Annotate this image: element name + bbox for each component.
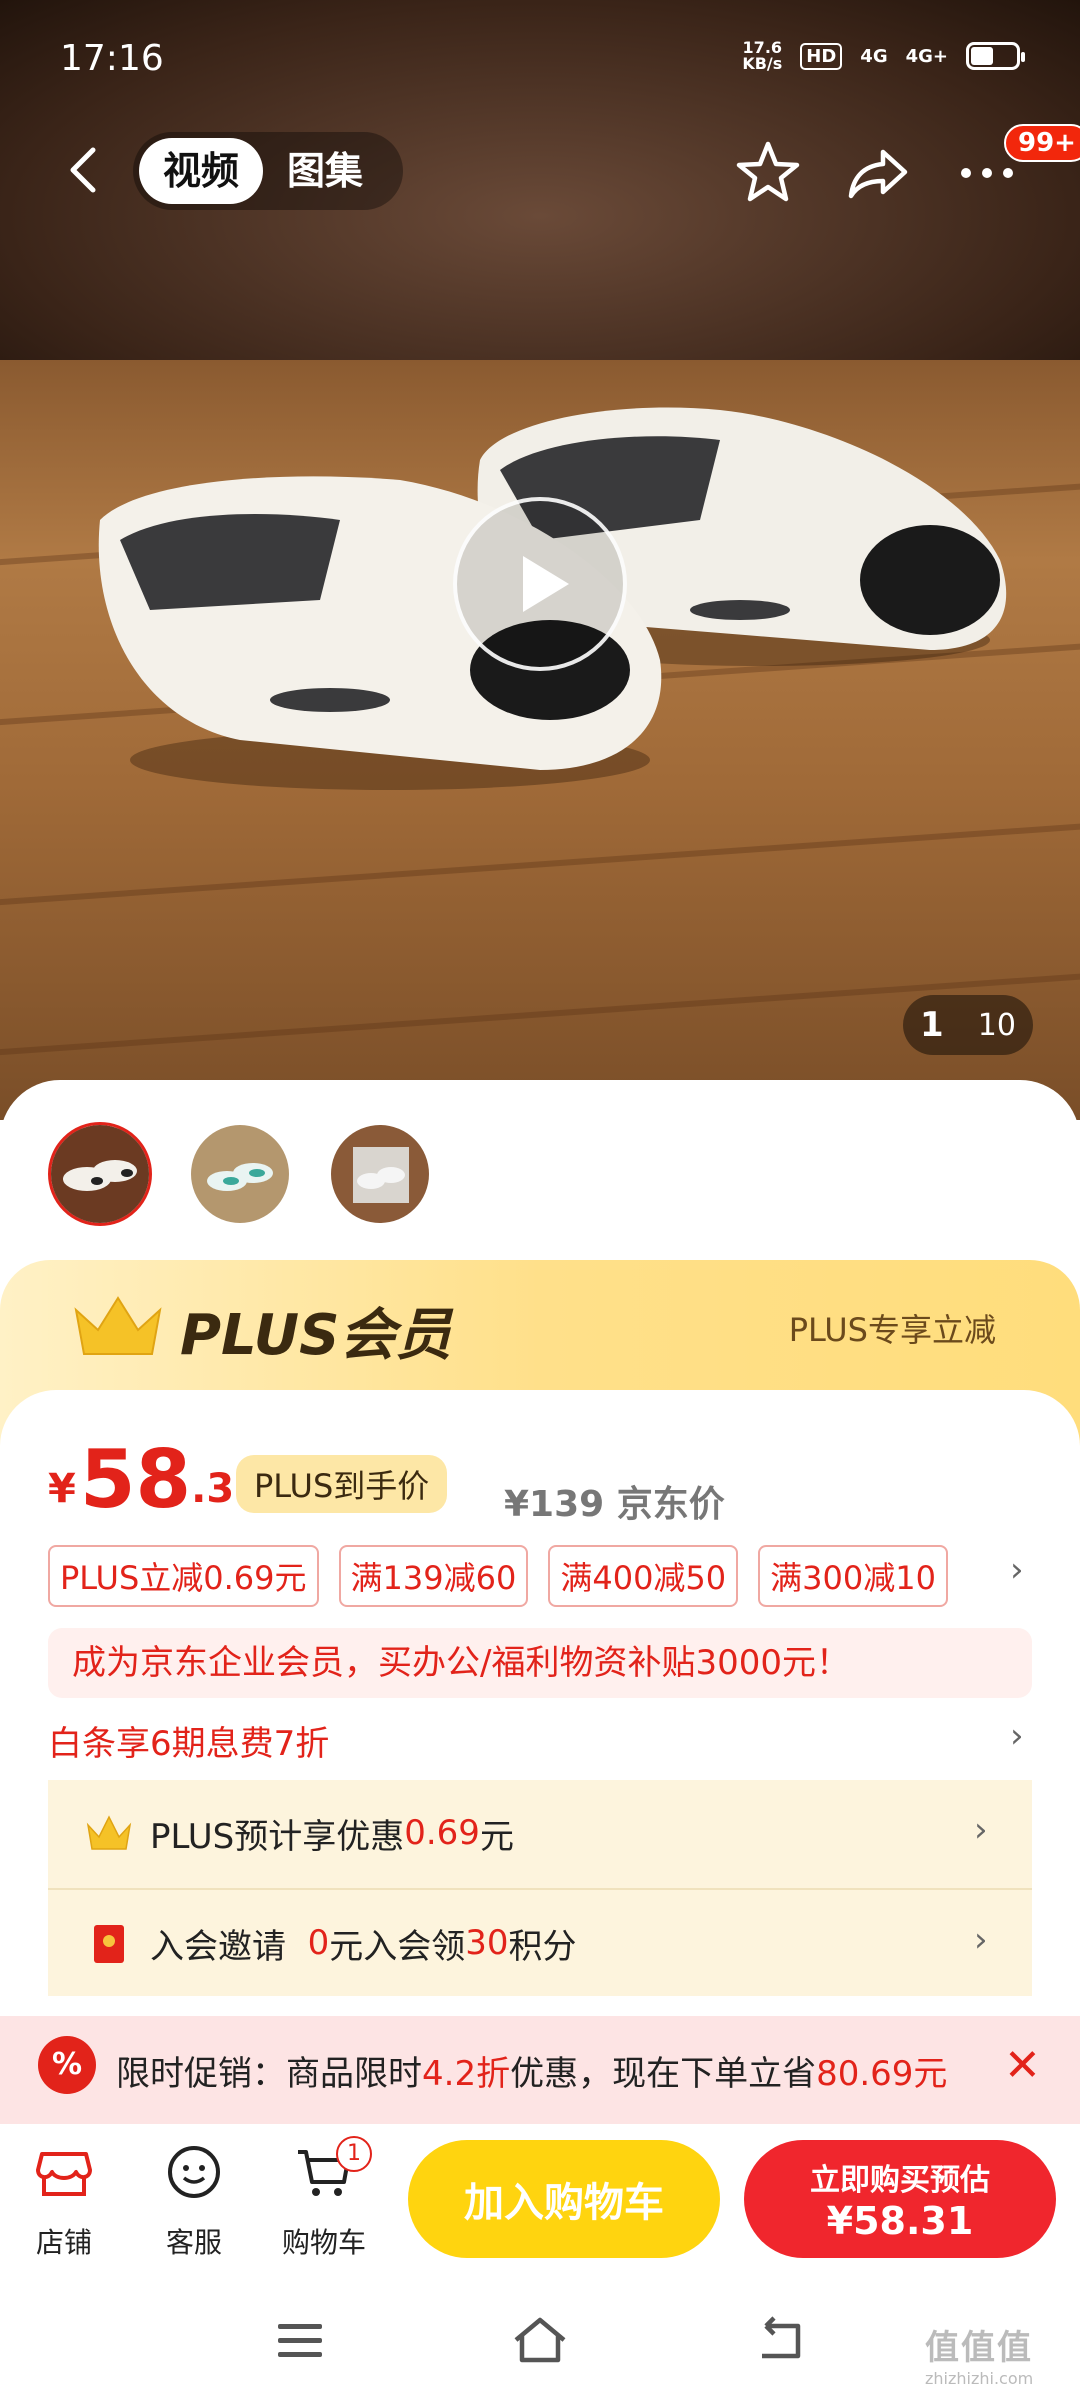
watermark-logo: 值值值 zhizhizhi.com [925, 2320, 1033, 2388]
invite-suffix: 积分 [508, 1926, 577, 1967]
promo-prefix: 限时促销：商品限时 [116, 2054, 422, 2094]
media-counter: 1 10 [903, 995, 1033, 1055]
share-button[interactable] [843, 138, 913, 208]
nav-store[interactable]: 店铺 [14, 2140, 114, 2261]
invite-zero: 0 [307, 1923, 330, 1963]
member-invite-row[interactable]: 入会邀请 0 元入会领 30 积分 › [48, 1890, 1032, 1996]
buy-now-button[interactable]: 立即购买预估 ¥58.31 [744, 2140, 1056, 2258]
plus-benefit-prefix: PLUS预计享优惠 [150, 1816, 405, 1857]
play-icon [523, 556, 569, 612]
tab-gallery[interactable]: 图集 [263, 138, 387, 204]
thumbnail-strip [48, 1122, 432, 1226]
plus-banner-title: PLUS会员 [180, 1303, 452, 1368]
status-bar: 17:16 17.6 KB/s HD 4G 4G+ [0, 0, 1080, 120]
signal-4g-plus-icon: 4G+ [905, 45, 948, 67]
star-icon [736, 141, 800, 202]
tab-video[interactable]: 视频 [139, 138, 264, 204]
plus-benefit-amount: 0.69 [404, 1813, 480, 1853]
invite-points: 30 [465, 1923, 509, 1963]
buy-now-price: ¥58.31 [826, 2199, 974, 2243]
message-badge: 99+ [1004, 124, 1080, 162]
thumbnail-green-slides[interactable] [188, 1122, 292, 1226]
store-icon [36, 2152, 92, 2196]
coupon-tag[interactable]: 满139减60 [338, 1545, 529, 1607]
coupon-tag[interactable]: PLUS立减0.69元 [48, 1545, 319, 1607]
hd-icon: HD [800, 42, 843, 70]
top-bar: 视频 图集 [0, 130, 1080, 210]
close-icon[interactable]: ✕ [1004, 2040, 1041, 2091]
play-button[interactable] [453, 497, 627, 671]
nav-service[interactable]: 客服 [144, 2140, 244, 2261]
promo-saving: 80.69元 [816, 2054, 948, 2094]
thumbnail-image [191, 1125, 289, 1223]
currency-symbol: ¥ [48, 1466, 76, 1512]
thumbnail-white-slides[interactable] [48, 1122, 152, 1226]
thumbnail-image [51, 1125, 149, 1223]
benefits-box: PLUS预计享优惠 0.69 元 › 入会邀请 0 元入会领 30 积分 › [48, 1780, 1032, 1996]
customer-service-icon [168, 2146, 220, 2198]
coupon-tag[interactable]: 满300减10 [758, 1545, 948, 1607]
home-icon[interactable] [510, 2312, 570, 2368]
add-to-cart-button[interactable]: 加入购物车 [408, 2140, 720, 2258]
status-time: 17:16 [60, 38, 164, 79]
chevron-right-icon: › [974, 1810, 988, 1850]
plus-benefit-suffix: 元 [479, 1816, 514, 1857]
crown-icon [86, 1815, 132, 1850]
crown-icon [74, 1296, 162, 1355]
thumbnail-grey-slides[interactable] [328, 1122, 432, 1226]
plus-benefit-row[interactable]: PLUS预计享优惠 0.69 元 › [48, 1780, 1032, 1886]
back-button[interactable] [55, 140, 115, 200]
favorite-button[interactable] [733, 138, 803, 208]
cart-count-badge: 1 [336, 2136, 372, 2172]
invite-middle: 元入会领 [329, 1926, 466, 1967]
coupon-chevron-icon[interactable]: › [1010, 1550, 1024, 1590]
enterprise-member-banner[interactable]: 成为京东企业会员，买办公/福利物资补贴3000元！ [48, 1628, 1032, 1698]
net-speed-unit: KB/s [742, 54, 783, 73]
signal-4g-icon: 4G [860, 45, 888, 67]
media-current: 1 [920, 1005, 944, 1045]
back-arrow-icon [70, 147, 96, 193]
status-icons: 17.6 KB/s HD 4G 4G+ [742, 40, 1025, 72]
plus-price-tag: PLUS到手价 [236, 1455, 448, 1513]
red-envelope-icon [94, 1925, 124, 1963]
coupon-tag[interactable]: 满400减50 [548, 1545, 739, 1607]
back-nav-icon[interactable] [750, 2312, 810, 2368]
media-tab-switcher: 视频 图集 [133, 132, 403, 210]
nav-store-label: 店铺 [35, 2226, 92, 2259]
jd-price: ¥139 京东价 [504, 1484, 725, 1525]
plus-banner-subtitle: PLUS专享立减 [788, 1311, 996, 1349]
watermark-main: 值值值 [925, 2328, 1033, 2368]
nav-service-label: 客服 [165, 2226, 222, 2259]
price-integer: 58 [79, 1433, 192, 1526]
menu-icon[interactable] [270, 2312, 330, 2368]
nav-cart-label: 购物车 [281, 2226, 366, 2259]
plus-price: ¥ 58 .31 [48, 1440, 262, 1520]
percent-icon: % [38, 2036, 96, 2094]
baitiao-installment[interactable]: 白条享6期息费7折 [48, 1716, 329, 1765]
promo-discount: 4.2折 [422, 2054, 511, 2094]
buy-now-label: 立即购买预估 [810, 2163, 990, 2198]
media-total: 10 [977, 1007, 1016, 1043]
watermark-sub: zhizhizhi.com [925, 2369, 1034, 2388]
battery-icon [966, 42, 1025, 70]
coupon-list[interactable]: PLUS立减0.69元 满139减60 满400减50 满300减10 [48, 1545, 948, 1607]
chevron-right-icon: › [974, 1920, 988, 1960]
baitiao-chevron-icon[interactable]: › [1010, 1716, 1024, 1756]
invite-prefix: 入会邀请 [150, 1926, 308, 1967]
promo-middle: 优惠，现在下单立省 [510, 2054, 817, 2094]
net-speed: 17.6 KB/s [742, 40, 782, 72]
share-icon [848, 149, 908, 199]
thumbnail-image [331, 1125, 429, 1223]
promo-text: 限时促销：商品限时4.2折优惠，现在下单立省80.69元 [116, 2046, 947, 2095]
